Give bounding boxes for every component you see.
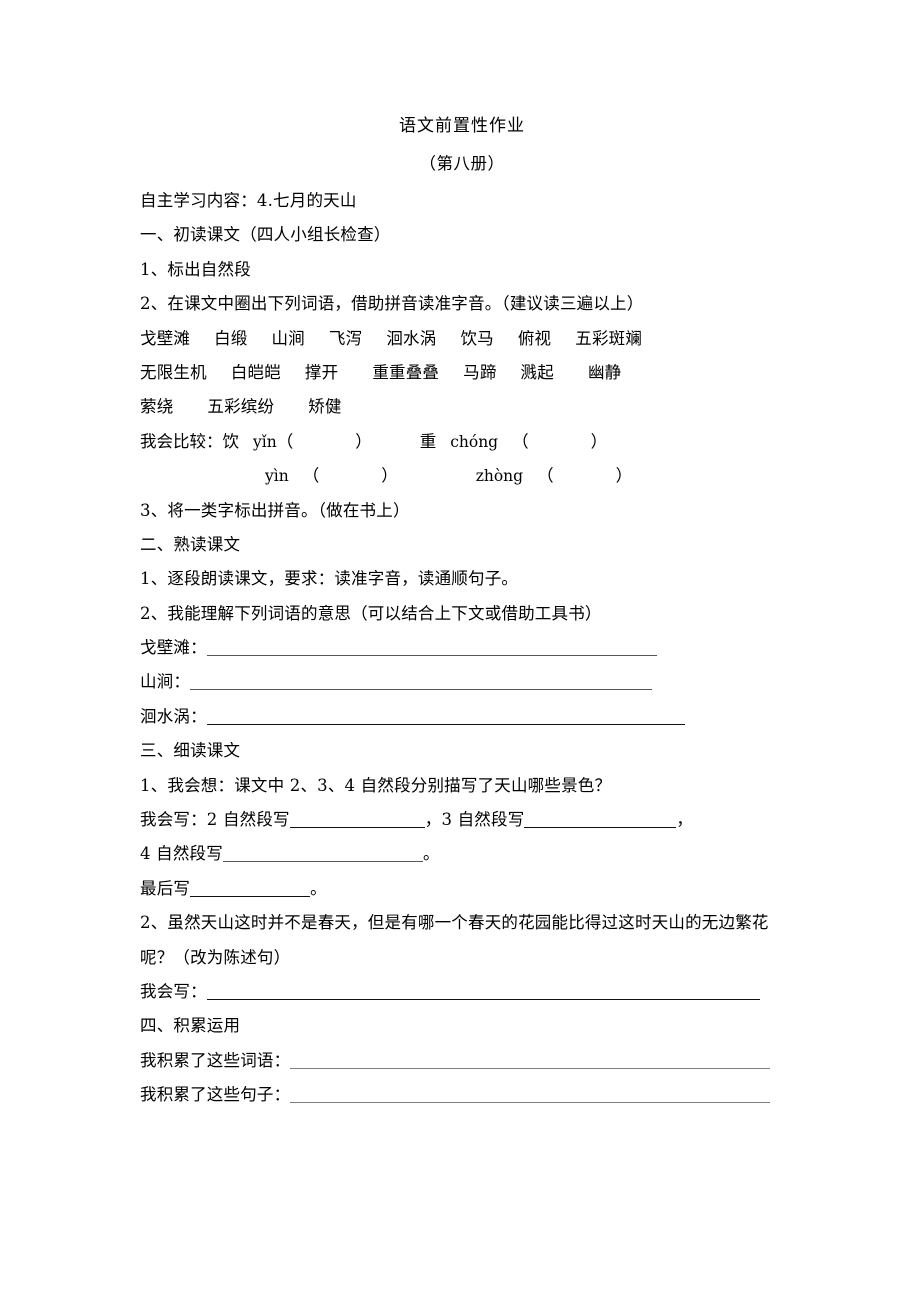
vocabulary-row-3: 萦绕 五彩缤纷 矫健 <box>140 390 784 424</box>
vocabulary-word: 矫健 <box>308 397 342 417</box>
definition-row-huishuiwo: 洄水涡： <box>140 700 784 734</box>
answer-label: 我会写： <box>140 982 207 1002</box>
lesson-content-line: 自主学习内容：4.七月的天山 <box>140 191 357 210</box>
vocabulary-word: 白皑皑 <box>230 362 281 382</box>
answer-prefix: 最后写 <box>140 878 191 898</box>
vocabulary-word: 马蹄 <box>463 362 497 382</box>
section-four-heading: 四、积累运用 <box>140 1016 241 1036</box>
vocabulary-word: 白缎 <box>214 328 248 348</box>
vocabulary-word: 萦绕 <box>140 397 174 417</box>
answer-paren-close: ） <box>590 431 608 451</box>
answer-paren-open: （ <box>512 431 529 451</box>
section-one-item-3: 3、将一类字标出拼音。（做在书上） <box>140 500 410 520</box>
accumulated-words-blank[interactable] <box>290 1051 771 1069</box>
pinyin-yin-third-tone: yǐn <box>253 432 277 451</box>
section-three-answer-2-row: 我会写： <box>140 975 784 1009</box>
answer-paren-open: （ <box>537 466 554 486</box>
section-three-answer-1-line-2: 4 自然段写 。 <box>140 837 784 871</box>
accumulated-sentences-blank[interactable] <box>290 1085 771 1104</box>
section-four-sentences-row: 我积累了这些句子： <box>140 1078 784 1112</box>
compare-char-zhong: 重 <box>419 431 437 451</box>
vocabulary-word: 溅起 <box>520 362 554 382</box>
page-subtitle: （第八册） <box>419 154 505 173</box>
accumulated-words-label: 我积累了这些词语： <box>140 1050 291 1070</box>
final-paragraph-blank[interactable] <box>190 879 311 897</box>
section-two-item-1: 1、逐段朗读课文，要求：读准字音，读通顺句子。 <box>140 569 519 589</box>
vocabulary-word: 洄水涡 <box>386 328 437 348</box>
vocabulary-word: 戈壁滩 <box>140 328 191 348</box>
section-three-question-1: 1、我会想：课文中 2、3、4 自然段分别描写了天山哪些景色？ <box>140 775 612 795</box>
answer-trailing-period: 。 <box>422 844 440 864</box>
vocabulary-word: 饮马 <box>460 328 494 348</box>
compare-char-yin: 饮 <box>222 431 240 451</box>
vocabulary-word: 重重叠叠 <box>372 362 440 382</box>
pinyin-zhong-fourth-tone: zhòng <box>475 467 524 486</box>
vocabulary-word: 无限生机 <box>140 362 207 382</box>
answer-trailing-period: 。 <box>310 878 327 898</box>
paragraph-3-blank[interactable] <box>524 810 677 829</box>
page-title: 语文前置性作业 <box>399 116 525 136</box>
definition-answer-blank[interactable] <box>190 672 653 691</box>
rewrite-sentence-blank[interactable] <box>206 982 760 1001</box>
vocabulary-word: 山涧 <box>271 328 305 348</box>
worksheet-page: 语文前置性作业 （第八册） 自主学习内容：4.七月的天山 一、初读课文（四人小组… <box>0 0 920 1302</box>
answer-paren-close: ） <box>381 466 398 486</box>
pinyin-compare-row-2: yìn （ ） zhòng （ ） <box>140 459 784 493</box>
accumulated-sentences-label: 我积累了这些句子： <box>140 1085 291 1105</box>
section-three-heading: 三、细读课文 <box>140 741 241 761</box>
vocabulary-word: 俯视 <box>517 328 552 348</box>
vocabulary-word: 五彩缤纷 <box>207 397 275 417</box>
section-four-words-row: 我积累了这些词语： <box>140 1044 784 1078</box>
definition-term: 戈壁滩： <box>140 638 207 658</box>
paragraph-4-blank[interactable] <box>222 844 423 863</box>
answer-paren-close: ） <box>355 431 372 451</box>
definition-term: 山涧： <box>140 672 191 692</box>
answer-paren-open: （ <box>302 466 320 486</box>
paragraph-2-blank[interactable] <box>289 810 425 829</box>
pinyin-chong-second-tone: chóng <box>450 432 499 451</box>
definition-answer-blank[interactable] <box>206 707 685 725</box>
vocabulary-word: 撑开 <box>304 362 339 382</box>
definition-row-gebitan: 戈壁滩： <box>140 631 784 665</box>
pinyin-compare-row-1: 我会比较：饮 yǐn（）重 chóng （） <box>140 425 784 459</box>
section-three-answer-1-line-1: 我会写：2 自然段写 ，3 自然段写 ， <box>140 803 784 837</box>
definition-term: 洄水涡： <box>140 706 207 726</box>
answer-prefix: 4 自然段写 <box>140 844 223 864</box>
section-two-item-2: 2、我能理解下列词语的意思（可以结合上下文或借助工具书） <box>140 603 602 623</box>
section-one-item-1: 1、标出自然段 <box>140 259 251 279</box>
vocabulary-word: 飞泻 <box>328 328 363 348</box>
document-body: 语文前置性作业 （第八册） 自主学习内容：4.七月的天山 一、初读课文（四人小组… <box>140 108 784 1113</box>
section-three-answer-1-line-3: 最后写 。 <box>140 872 784 906</box>
section-three-question-2: 2、虽然天山这时并不是春天，但是有哪一个春天的花园能比得过这时天山的无边繁花呢？… <box>140 913 769 967</box>
compare-label: 我会比较： <box>140 431 223 451</box>
answer-prefix: 我会写：2 自然段写 <box>140 810 290 830</box>
vocabulary-row-2: 无限生机 白皑皑 撑开 重重叠叠 马蹄 溅起 幽静 <box>140 356 784 390</box>
answer-separator: ，3 自然段写 <box>424 810 525 830</box>
section-two-heading: 二、熟读课文 <box>140 534 241 554</box>
answer-paren-close: ） <box>615 466 633 486</box>
section-one-item-2: 2、在课文中圈出下列词语，借助拼音读准字音。（建议读三遍以上） <box>140 294 644 314</box>
vocabulary-word: 幽静 <box>587 362 622 382</box>
answer-trailing-comma: ， <box>676 810 694 830</box>
definition-row-shanjian: 山涧： <box>140 665 784 699</box>
answer-paren-open: （ <box>276 431 294 451</box>
definition-answer-blank[interactable] <box>206 638 657 657</box>
vocabulary-word: 五彩斑斓 <box>575 328 643 348</box>
pinyin-yin-fourth-tone: yìn <box>265 467 289 486</box>
section-one-heading: 一、初读课文（四人小组长检查） <box>140 225 391 245</box>
vocabulary-row-1: 戈壁滩 白缎 山涧 飞泻 洄水涡 饮马 俯视 五彩斑斓 <box>140 322 784 356</box>
